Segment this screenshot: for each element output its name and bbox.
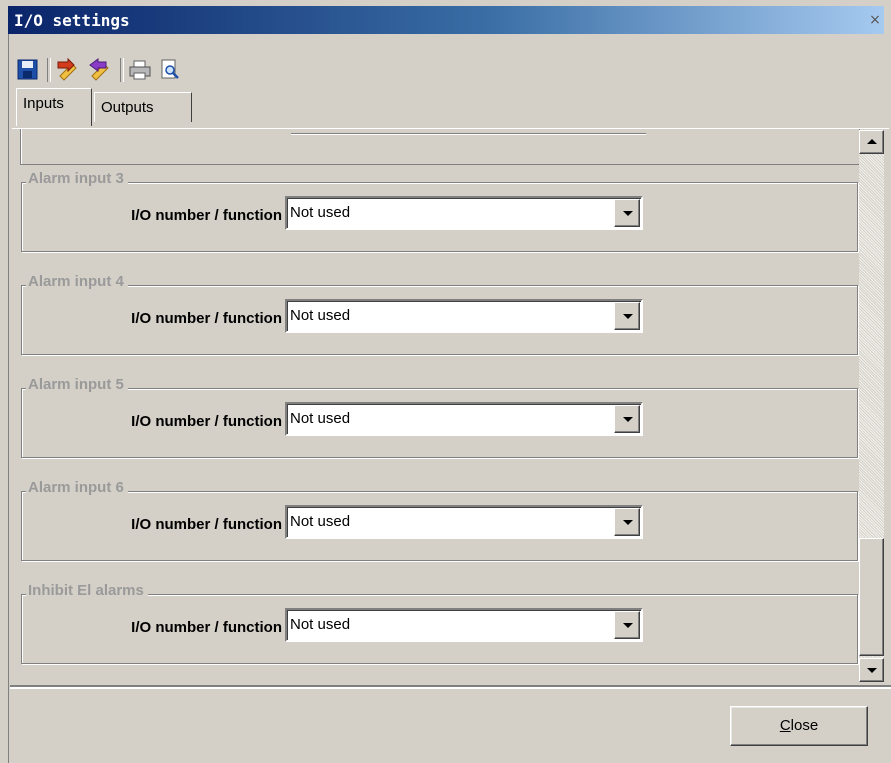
field-label: I/O number / function [131,207,282,224]
field-label: I/O number / function [131,516,282,533]
dropdown-button[interactable] [614,405,640,433]
select-value: Not used [290,410,351,427]
tab-label: Outputs [101,99,154,116]
chevron-down-icon [623,314,633,319]
dropdown-button[interactable] [614,508,640,536]
previous-group-frame [20,129,860,165]
import-icon[interactable] [54,56,82,84]
toolbar-separator [47,58,51,82]
chevron-down-icon [623,417,633,422]
select-value: Not used [290,307,351,324]
tab-inputs[interactable]: Inputs [16,88,92,126]
io-function-select[interactable]: Not used [285,608,643,642]
group-alarm-input-5: Alarm input 5 I/O number / function Not … [20,376,858,458]
group-alarm-input-4: Alarm input 4 I/O number / function Not … [20,273,858,355]
save-icon[interactable] [14,56,42,84]
dropdown-button[interactable] [614,199,640,227]
inputs-content: Alarm input 3 I/O number / function Not … [20,129,861,684]
close-button[interactable]: Close [730,706,868,746]
field-label: I/O number / function [131,413,282,430]
io-function-select[interactable]: Not used [285,196,643,230]
scroll-up-button[interactable] [859,130,884,154]
group-title: Alarm input 3 [26,170,128,187]
group-alarm-input-3: Alarm input 3 I/O number / function Not … [20,170,858,252]
io-function-select[interactable]: Not used [285,299,643,333]
group-title: Alarm input 5 [26,376,128,393]
dropdown-button[interactable] [614,611,640,639]
dropdown-button[interactable] [614,302,640,330]
print-icon[interactable] [126,56,154,84]
group-title: Alarm input 6 [26,479,128,496]
select-value: Not used [290,513,351,530]
toolbar-separator [120,58,124,82]
io-function-select[interactable]: Not used [285,505,643,539]
group-title: Inhibit El alarms [26,582,148,599]
title-bar: I/O settings × [8,6,884,34]
close-label: lose [790,717,819,734]
inputs-scroll-panel: Alarm input 3 I/O number / function Not … [12,128,889,685]
group-inhibit-el-alarms: Inhibit El alarms I/O number / function … [20,582,858,664]
select-value: Not used [290,204,351,221]
export-icon[interactable] [86,56,114,84]
field-label: I/O number / function [131,619,282,636]
io-function-select[interactable]: Not used [285,402,643,436]
field-label: I/O number / function [131,310,282,327]
tab-label: Inputs [23,95,64,112]
chevron-up-icon [867,139,877,144]
select-value: Not used [290,616,351,633]
window-title: I/O settings [14,11,130,30]
group-alarm-input-6: Alarm input 6 I/O number / function Not … [20,479,858,561]
vertical-scrollbar[interactable] [859,130,884,682]
chevron-down-icon [623,211,633,216]
chevron-down-icon [867,668,877,673]
scrollbar-thumb[interactable] [859,538,884,656]
tab-outputs[interactable]: Outputs [94,92,192,122]
window-edge [8,34,9,763]
print-preview-icon[interactable] [156,56,184,84]
tab-strip: Inputs Outputs [16,88,216,130]
chevron-down-icon [623,520,633,525]
close-icon[interactable]: × [868,13,882,27]
previous-field-edge [291,133,646,135]
footer-divider [10,685,891,689]
chevron-down-icon [623,623,633,628]
close-accelerator: C [779,717,791,734]
toolbar [14,56,314,86]
group-title: Alarm input 4 [26,273,128,290]
scroll-down-button[interactable] [859,658,884,682]
